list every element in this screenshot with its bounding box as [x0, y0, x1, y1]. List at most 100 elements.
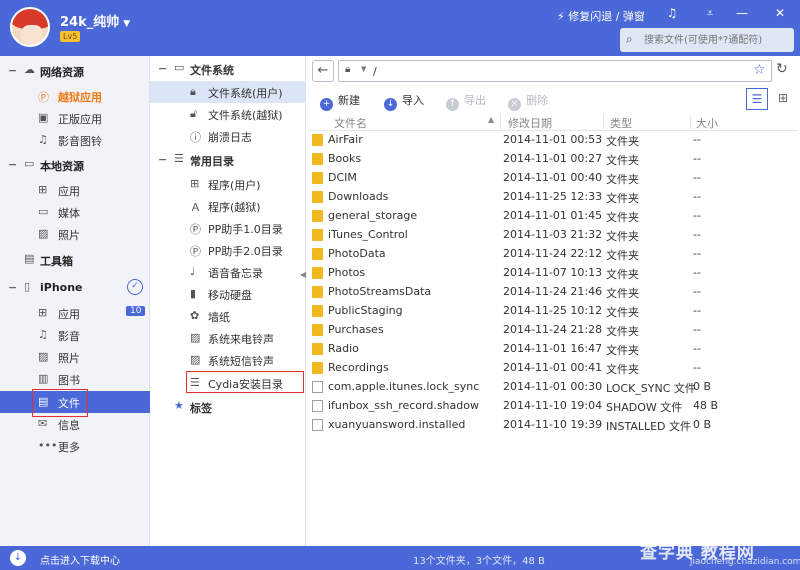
table-row[interactable]: AirFair 2014-11-01 00:53 文件夹 --	[308, 131, 798, 150]
cell-date: 2014-11-25 10:12	[503, 304, 603, 317]
search-input[interactable]	[644, 31, 790, 49]
monitor-icon: ▭	[24, 157, 35, 170]
dir-apps-user[interactable]: ⊞ 程序(用户)	[150, 173, 306, 195]
username-menu[interactable]: 24k_纯帅 ▼	[60, 11, 130, 30]
list-icon: ☰	[174, 152, 184, 165]
table-row[interactable]: ifunbox_ssh_record.shadow 2014-11-10 19:0…	[308, 397, 798, 416]
nav-genuine-apps[interactable]: ▣ 正版应用	[0, 107, 150, 129]
avatar[interactable]	[10, 7, 50, 47]
new-button[interactable]: + 新建	[320, 92, 360, 111]
table-row[interactable]: iTunes_Control 2014-11-03 21:32 文件夹 --	[308, 226, 798, 245]
cell-name: DCIM	[328, 171, 357, 184]
export-label: 导出	[464, 94, 486, 107]
collapse-icon[interactable]: −	[158, 153, 167, 166]
import-button[interactable]: ↓ 导入	[384, 92, 424, 111]
section-filesystem[interactable]: − ▭ 文件系统	[150, 58, 306, 80]
table-row[interactable]: Books 2014-11-01 00:27 文件夹 --	[308, 150, 798, 169]
cell-date: 2014-11-01 00:53	[503, 133, 603, 146]
table-row[interactable]: PhotoStreamsData 2014-11-24 21:46 文件夹 --	[308, 283, 798, 302]
repair-crash-button[interactable]: ⚡ 修复闪退 / 弹窗	[557, 8, 645, 24]
table-row[interactable]: DCIM 2014-11-01 00:40 文件夹 --	[308, 169, 798, 188]
column-divider[interactable]	[603, 115, 604, 129]
close-icon[interactable]: ✕	[770, 6, 790, 24]
list-view-icon[interactable]: ☰	[746, 88, 768, 110]
table-row[interactable]: Radio 2014-11-01 16:47 文件夹 --	[308, 340, 798, 359]
nav-iphone-books[interactable]: ▥ 图书	[0, 368, 150, 390]
chevron-down-icon[interactable]: ▼	[361, 65, 366, 73]
column-type[interactable]: 类型	[610, 115, 632, 131]
download-center-link[interactable]: 点击进入下载中心	[40, 552, 120, 567]
nav-local-apps[interactable]: ⊞ 应用	[0, 179, 150, 201]
dir-pp2[interactable]: Ⓟ PP助手2.0目录	[150, 239, 306, 261]
download-icon[interactable]: ↓	[10, 550, 26, 566]
watermark-url: jiaocheng.chazidian.com	[690, 557, 800, 567]
column-name[interactable]: 文件名	[334, 115, 367, 131]
back-button[interactable]: ←	[312, 60, 334, 82]
section-local[interactable]: − ▭ 本地资源	[0, 154, 150, 176]
path-input[interactable]: 🔒︎ ▼ / ☆	[338, 60, 772, 82]
dir-apps-jailbreak[interactable]: Ａ 程序(越狱)	[150, 195, 306, 217]
directory-nav: − ▭ 文件系统 🔒︎ 文件系统(用户) 🔓︎ 文件系统(越狱) ⓘ 崩溃日志 − ☰ 常用目…	[150, 56, 306, 546]
star-icon[interactable]: ☆	[753, 62, 766, 78]
dir-label: 程序(越狱)	[208, 201, 261, 214]
collapse-icon[interactable]: −	[158, 62, 167, 75]
section-label: 网络资源	[40, 66, 84, 79]
table-row[interactable]: com.apple.itunes.lock_sync 2014-11-01 00:…	[308, 378, 798, 397]
column-divider[interactable]	[500, 115, 501, 129]
dir-label: 文件系统(越狱)	[208, 109, 283, 122]
section-network[interactable]: − ☁ 网络资源	[0, 60, 150, 82]
p-icon: Ⓟ	[38, 91, 49, 104]
dir-mobile-disk[interactable]: ▮ 移动硬盘	[150, 283, 306, 305]
dir-voice-memos[interactable]: ♩ 语音备忘录	[150, 261, 306, 283]
dir-sms-tones[interactable]: ▨ 系统短信铃声	[150, 349, 306, 371]
nav-media-ringtones[interactable]: ♫ 影音图铃	[0, 129, 150, 151]
collapse-icon[interactable]: −	[8, 158, 17, 171]
grid-view-icon[interactable]: ⊞	[772, 88, 794, 110]
file-icon	[312, 381, 323, 393]
section-tags[interactable]: ★ 标签	[150, 396, 306, 418]
dir-label: PP助手2.0目录	[208, 245, 283, 258]
app-store-icon: Ａ	[190, 201, 201, 214]
table-row[interactable]: general_storage 2014-11-01 01:45 文件夹 --	[308, 207, 798, 226]
nav-iphone-more[interactable]: ••• 更多	[0, 435, 150, 457]
nav-label: 应用	[58, 308, 80, 321]
table-row[interactable]: PublicStaging 2014-11-25 10:12 文件夹 --	[308, 302, 798, 321]
collapse-panel-icon[interactable]: ◀	[300, 270, 306, 279]
column-size[interactable]: 大小	[696, 115, 718, 131]
table-row[interactable]: Downloads 2014-11-25 12:33 文件夹 --	[308, 188, 798, 207]
table-row[interactable]: PhotoData 2014-11-24 22:12 文件夹 --	[308, 245, 798, 264]
delete-button[interactable]: × 删除	[508, 92, 548, 111]
search-box[interactable]: ⌕	[620, 28, 794, 52]
minimize-icon[interactable]: —	[732, 6, 752, 24]
cell-date: 2014-11-24 22:12	[503, 247, 603, 260]
nav-local-photos[interactable]: ▨ 照片	[0, 223, 150, 245]
column-date[interactable]: 修改日期	[508, 115, 552, 131]
dir-filesystem-user[interactable]: 🔒︎ 文件系统(用户)	[150, 81, 306, 103]
collapse-icon[interactable]: −	[8, 281, 17, 294]
column-divider[interactable]	[690, 115, 691, 129]
nav-iphone-apps[interactable]: ⊞ 应用 10	[0, 302, 150, 324]
collapse-icon[interactable]: −	[8, 64, 17, 77]
section-toolbox[interactable]: ▤ 工具箱	[0, 249, 150, 271]
dir-crash-logs[interactable]: ⓘ 崩溃日志	[150, 125, 306, 147]
music-icon[interactable]: ♫	[662, 6, 682, 24]
section-iphone[interactable]: − ▯ iPhone ✓	[0, 277, 150, 299]
folder-icon	[312, 229, 323, 241]
export-button[interactable]: ↑ 导出	[446, 92, 486, 111]
dir-ringtones[interactable]: ▨ 系统来电铃声	[150, 327, 306, 349]
cell-size: --	[693, 228, 701, 241]
nav-local-media[interactable]: ▭ 媒体	[0, 201, 150, 223]
nav-iphone-photos[interactable]: ▨ 照片	[0, 346, 150, 368]
dir-filesystem-jailbreak[interactable]: 🔓︎ 文件系统(越狱)	[150, 103, 306, 125]
table-row[interactable]: Photos 2014-11-07 10:13 文件夹 --	[308, 264, 798, 283]
nav-jailbreak-apps[interactable]: Ⓟ 越狱应用	[0, 85, 150, 107]
menu-icon[interactable]: ⩡	[700, 6, 720, 24]
refresh-icon[interactable]: ↻	[776, 61, 788, 77]
dir-wallpaper[interactable]: ✿ 墙纸	[150, 305, 306, 327]
table-row[interactable]: xuanyuansword.installed 2014-11-10 19:39 I…	[308, 416, 798, 435]
table-row[interactable]: Purchases 2014-11-24 21:28 文件夹 --	[308, 321, 798, 340]
dir-pp1[interactable]: Ⓟ PP助手1.0目录	[150, 217, 306, 239]
table-row[interactable]: Recordings 2014-11-01 00:41 文件夹 --	[308, 359, 798, 378]
section-common-dirs[interactable]: − ☰ 常用目录	[150, 149, 306, 171]
nav-iphone-media[interactable]: ♫ 影音	[0, 324, 150, 346]
